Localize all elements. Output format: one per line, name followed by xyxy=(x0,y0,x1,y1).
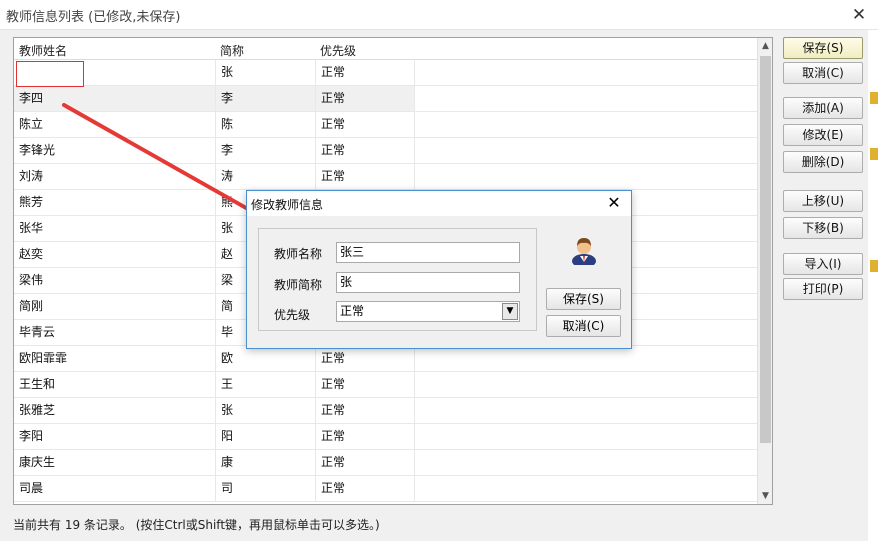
cell-short[interactable]: 张 xyxy=(215,60,315,85)
table-row[interactable]: 李阳阳正常 xyxy=(14,424,758,450)
background-mark xyxy=(870,260,878,272)
priority-select[interactable]: 正常 ▼ xyxy=(336,301,520,322)
cell-name[interactable]: 李阳 xyxy=(14,424,215,449)
dialog-title-bar: 修改教师信息 ✕ xyxy=(247,191,631,216)
cell-short[interactable]: 司 xyxy=(215,476,315,501)
cell-priority[interactable]: 正常 xyxy=(315,450,415,475)
table-row[interactable]: 李锋光李正常 xyxy=(14,138,758,164)
cell-edit-highlight[interactable] xyxy=(16,61,84,87)
column-header-priority[interactable]: 优先级 xyxy=(320,42,356,59)
dialog-cancel-button[interactable]: 取消(C) xyxy=(546,315,621,337)
scroll-up-icon[interactable]: ▲ xyxy=(758,38,772,54)
cell-name[interactable]: 陈立 xyxy=(14,112,215,137)
table-row[interactable]: 刘涛涛正常 xyxy=(14,164,758,190)
cell-name[interactable]: 王生和 xyxy=(14,372,215,397)
cell-name[interactable]: 熊芳 xyxy=(14,190,215,215)
chevron-down-icon[interactable]: ▼ xyxy=(502,303,518,320)
table-row[interactable]: 司晨司正常 xyxy=(14,476,758,502)
table-row[interactable]: 康庆生康正常 xyxy=(14,450,758,476)
cell-short[interactable]: 张 xyxy=(215,398,315,423)
grid-header: 教师姓名 简称 优先级 xyxy=(14,38,758,60)
delete-button[interactable]: 删除(D) xyxy=(783,151,863,173)
cell-priority[interactable]: 正常 xyxy=(315,424,415,449)
dialog-title: 修改教师信息 xyxy=(251,198,324,212)
cell-name[interactable]: 张华 xyxy=(14,216,215,241)
dialog-save-button[interactable]: 保存(S) xyxy=(546,288,621,310)
cell-name[interactable]: 康庆生 xyxy=(14,450,215,475)
cell-priority[interactable]: 正常 xyxy=(315,372,415,397)
cell-short[interactable]: 康 xyxy=(215,450,315,475)
move-up-button[interactable]: 上移(U) xyxy=(783,190,863,212)
status-text: 当前共有 19 条记录。 (按住Ctrl或Shift键，再用鼠标单击可以多选。) xyxy=(13,518,380,532)
table-row[interactable]: 张雅芝张正常 xyxy=(14,398,758,424)
move-down-button[interactable]: 下移(B) xyxy=(783,217,863,239)
cell-name[interactable]: 欧阳霏霏 xyxy=(14,346,215,371)
teacher-short-input[interactable]: 张 xyxy=(336,272,520,293)
cell-short[interactable]: 阳 xyxy=(215,424,315,449)
cell-name[interactable]: 毕青云 xyxy=(14,320,215,345)
window-title: 教师信息列表 (已修改,未保存) xyxy=(6,10,181,25)
edit-teacher-dialog: 修改教师信息 ✕ 教师名称 张三 教师简称 张 优先级 正常 ▼ 保存(S) 取… xyxy=(246,190,632,349)
cell-short[interactable]: 王 xyxy=(215,372,315,397)
cell-priority[interactable]: 正常 xyxy=(315,60,415,85)
cell-name[interactable]: 梁伟 xyxy=(14,268,215,293)
cell-name[interactable]: 李锋光 xyxy=(14,138,215,163)
table-row[interactable]: 陈立陈正常 xyxy=(14,112,758,138)
background-window-edge xyxy=(868,30,878,541)
scroll-down-icon[interactable]: ▼ xyxy=(758,488,772,504)
cell-short[interactable]: 陈 xyxy=(215,112,315,137)
vertical-scrollbar[interactable]: ▲ ▼ xyxy=(757,38,772,504)
teacher-name-input[interactable]: 张三 xyxy=(336,242,520,263)
cell-name[interactable]: 赵奕 xyxy=(14,242,215,267)
cell-name[interactable]: 刘涛 xyxy=(14,164,215,189)
column-header-short[interactable]: 简称 xyxy=(220,42,244,59)
cell-short[interactable]: 欧 xyxy=(215,346,315,371)
cell-name[interactable]: 司晨 xyxy=(14,476,215,501)
priority-label: 优先级 xyxy=(274,308,311,322)
cell-priority[interactable]: 正常 xyxy=(315,164,415,189)
cell-name[interactable]: 李四 xyxy=(14,86,215,111)
table-row[interactable]: 张三1张正常 xyxy=(14,60,758,86)
table-row[interactable]: 李四李正常 xyxy=(14,86,758,112)
priority-select-value: 正常 xyxy=(340,304,365,318)
dialog-close-icon[interactable]: ✕ xyxy=(604,193,624,213)
close-icon[interactable]: ✕ xyxy=(848,4,870,26)
table-row[interactable]: 王生和王正常 xyxy=(14,372,758,398)
print-button[interactable]: 打印(P) xyxy=(783,278,863,300)
title-bar: 教师信息列表 (已修改,未保存) ✕ xyxy=(0,0,878,30)
background-mark xyxy=(870,148,878,160)
modify-button[interactable]: 修改(E) xyxy=(783,124,863,146)
cell-priority[interactable]: 正常 xyxy=(315,86,415,111)
table-row[interactable]: 欧阳霏霏欧正常 xyxy=(14,346,758,372)
teacher-name-label: 教师名称 xyxy=(274,247,323,261)
cell-priority[interactable]: 正常 xyxy=(315,138,415,163)
scroll-thumb[interactable] xyxy=(760,56,771,443)
column-header-name[interactable]: 教师姓名 xyxy=(19,42,67,59)
save-button[interactable]: 保存(S) xyxy=(783,37,863,59)
cell-priority[interactable]: 正常 xyxy=(315,346,415,371)
user-icon xyxy=(572,238,596,265)
cell-name[interactable]: 简刚 xyxy=(14,294,215,319)
teacher-short-label: 教师简称 xyxy=(274,278,323,292)
cancel-button[interactable]: 取消(C) xyxy=(783,62,863,84)
cell-short[interactable]: 李 xyxy=(215,86,315,111)
import-button[interactable]: 导入(I) xyxy=(783,253,863,275)
cell-name[interactable]: 张雅芝 xyxy=(14,398,215,423)
background-mark xyxy=(870,92,878,104)
add-button[interactable]: 添加(A) xyxy=(783,97,863,119)
cell-short[interactable]: 涛 xyxy=(215,164,315,189)
cell-priority[interactable]: 正常 xyxy=(315,398,415,423)
cell-priority[interactable]: 正常 xyxy=(315,112,415,137)
cell-short[interactable]: 李 xyxy=(215,138,315,163)
cell-priority[interactable]: 正常 xyxy=(315,476,415,501)
